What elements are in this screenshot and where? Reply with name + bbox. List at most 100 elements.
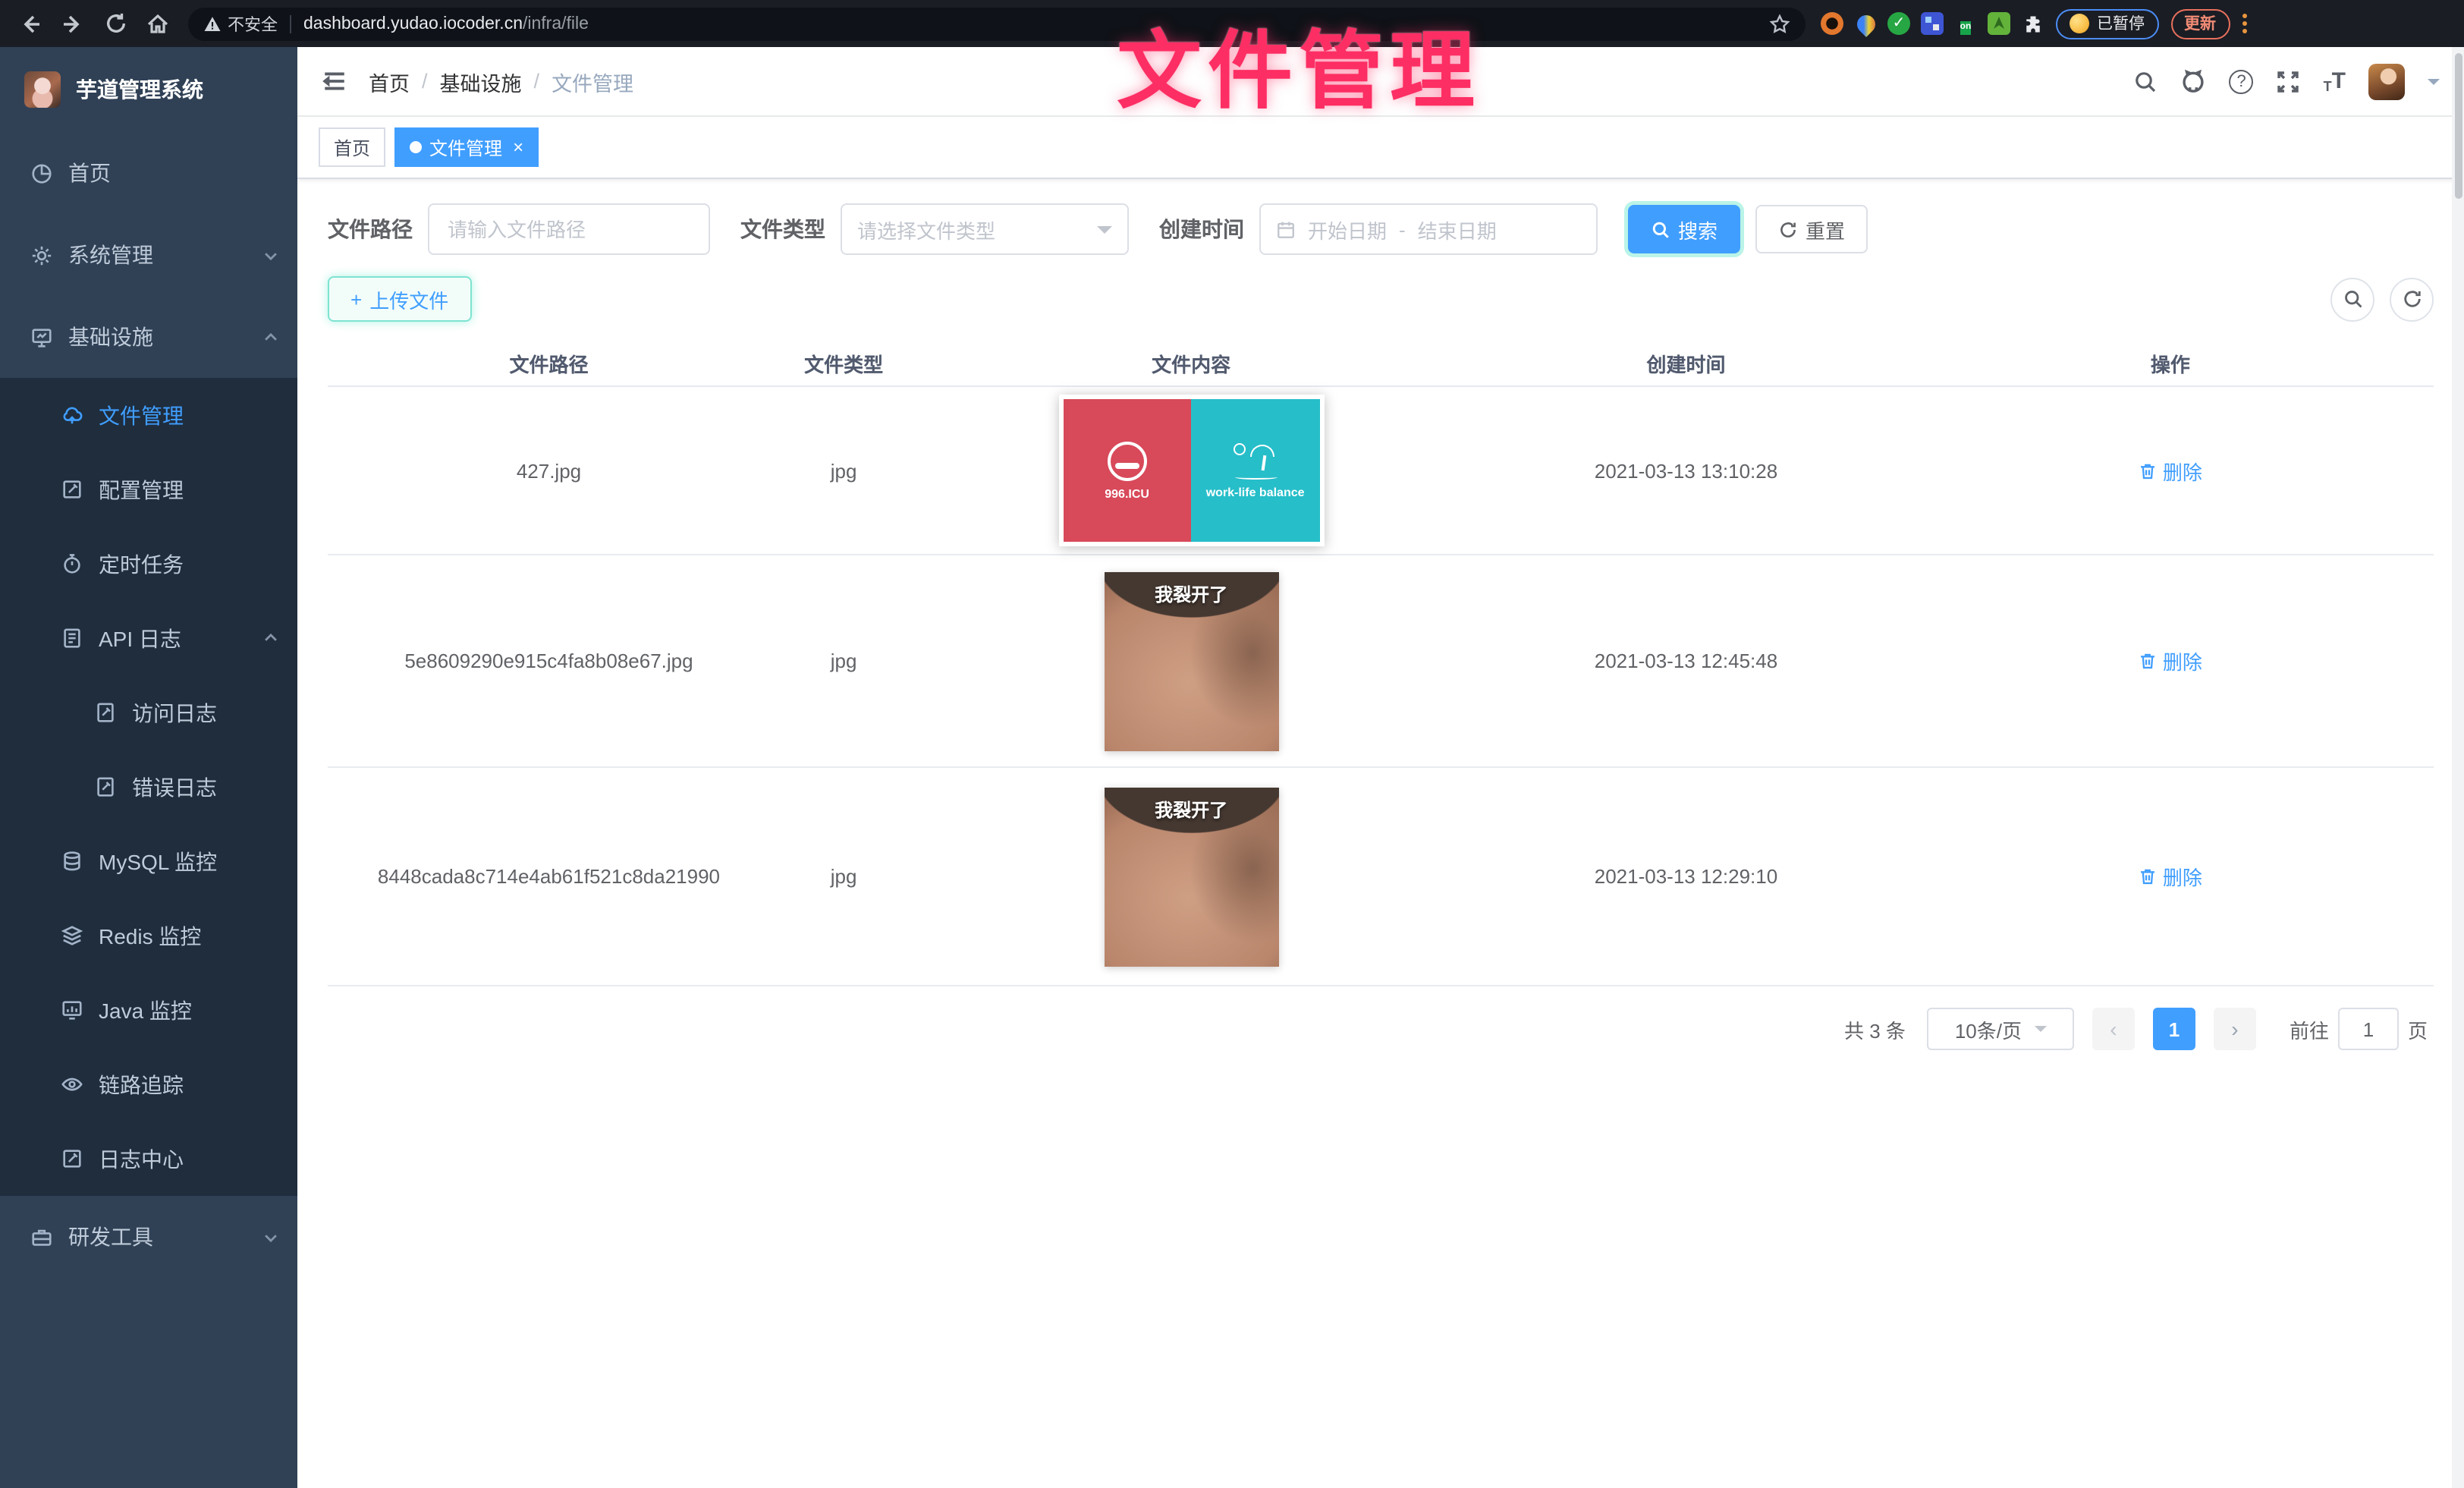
tag-file-management[interactable]: 文件管理 × [394, 127, 539, 167]
breadcrumb-home[interactable]: 首页 [369, 66, 410, 96]
sidebar-item-access-log[interactable]: 访问日志 [0, 675, 297, 750]
created-cell: 2021-03-13 12:29:10 [1465, 865, 1907, 888]
tag-home[interactable]: 首页 [319, 127, 385, 167]
total-count: 共 3 条 [1844, 1015, 1906, 1043]
table-row: 8448cada8c714e4ab61f521c8da21990 jpg 我裂开… [328, 768, 2434, 986]
hamburger-icon[interactable] [322, 68, 347, 94]
table-toolbar: + 上传文件 [328, 276, 2434, 322]
chrome-menu-icon[interactable] [2242, 14, 2246, 33]
extension-grid-icon[interactable] [1921, 12, 1944, 35]
screen: 不安全 dashboard.yudao.iocoder.cn/infra/fil… [0, 0, 2464, 1488]
file-preview-image[interactable]: 996.ICU work-life balance [1058, 395, 1324, 546]
forward-icon[interactable] [52, 5, 94, 42]
infra-submenu: 文件管理 配置管理 定时任务 API 日志 [0, 378, 297, 1196]
sidebar-item-system[interactable]: 系统管理 [0, 214, 297, 296]
app-logo-row[interactable]: 芋道管理系统 [0, 47, 297, 132]
file-preview-image[interactable]: 我裂开了 [1104, 787, 1278, 966]
active-dot [410, 141, 422, 153]
profile-avatar [2070, 14, 2089, 33]
breadcrumb: 首页 / 基础设施 / 文件管理 [369, 66, 633, 96]
page-size-select[interactable]: 10条/页 [1927, 1008, 2074, 1050]
avatar-caret-icon[interactable] [2428, 78, 2440, 90]
reload-icon[interactable] [94, 5, 137, 42]
home-icon[interactable] [137, 5, 179, 42]
database-icon [61, 850, 83, 873]
prev-page-button[interactable]: ‹ [2092, 1008, 2135, 1050]
col-actions: 操作 [1907, 348, 2434, 377]
delete-button[interactable]: 删除 [2139, 456, 2202, 485]
github-icon[interactable] [2181, 68, 2207, 94]
profile-paused-chip[interactable]: 已暂停 [2056, 8, 2158, 39]
sidebar-item-mysql-monitor[interactable]: MySQL 监控 [0, 824, 297, 898]
sidebar-item-file-management[interactable]: 文件管理 [0, 378, 297, 452]
sidebar-item-config[interactable]: 配置管理 [0, 452, 297, 527]
security-warning[interactable]: 不安全 [203, 11, 278, 36]
breadcrumb-current: 文件管理 [552, 66, 633, 96]
address-bar[interactable]: 不安全 dashboard.yudao.iocoder.cn/infra/fil… [188, 7, 1806, 40]
goto-page-input[interactable] [2338, 1008, 2399, 1050]
end-date-placeholder: 结束日期 [1418, 215, 1497, 244]
app-title: 芋道管理系统 [76, 74, 203, 105]
delete-button[interactable]: 删除 [2139, 862, 2202, 891]
file-preview-image[interactable]: 我裂开了 [1104, 571, 1278, 750]
sidebar-menu: 首页 系统管理 基础设施 文件管理 [0, 132, 297, 1278]
main-area: 首页 / 基础设施 / 文件管理 ? TT 首页 [297, 47, 2464, 1488]
sidebar-item-log-center[interactable]: 日志中心 [0, 1122, 297, 1196]
extensions-puzzle-icon[interactable] [2021, 12, 2044, 35]
file-path-input[interactable] [428, 203, 710, 255]
sidebar-item-dev-tools[interactable]: 研发工具 [0, 1196, 297, 1278]
file-type-cell: jpg [770, 865, 917, 888]
file-type-label: 文件类型 [740, 214, 825, 244]
beach-umbrella-icon [1233, 442, 1278, 479]
file-type-select[interactable]: 请选择文件类型 [841, 203, 1129, 255]
font-size-icon[interactable]: TT [2324, 68, 2346, 94]
sidebar-item-api-log[interactable]: API 日志 [0, 601, 297, 675]
reset-button[interactable]: 重置 [1755, 205, 1868, 253]
sidebar-item-redis-monitor[interactable]: Redis 监控 [0, 898, 297, 973]
extension-check-icon[interactable]: ✓ [1887, 12, 1910, 35]
extension-leaf-icon[interactable] [1988, 12, 2010, 35]
sidebar-item-tracing[interactable]: 链路追踪 [0, 1047, 297, 1122]
help-icon[interactable]: ? [2230, 69, 2254, 93]
table-row: 427.jpg jpg 996.ICU work-life balan [328, 387, 2434, 555]
search-button[interactable]: 搜索 [1628, 205, 1740, 253]
sidebar-item-error-log[interactable]: 错误日志 [0, 750, 297, 824]
show-search-button[interactable] [2330, 277, 2374, 321]
bed-icon [1108, 441, 1147, 480]
extension-pin-icon[interactable] [1854, 12, 1877, 35]
chevron-down-icon [1097, 225, 1112, 241]
app-window: 芋道管理系统 首页 系统管理 基础设施 [0, 47, 2464, 1488]
date-range-picker[interactable]: 开始日期 - 结束日期 [1259, 203, 1598, 255]
next-page-button[interactable]: › [2214, 1008, 2256, 1050]
close-icon[interactable]: × [513, 137, 523, 158]
top-navbar: 首页 / 基础设施 / 文件管理 ? TT [297, 47, 2464, 117]
sidebar-item-scheduled-jobs[interactable]: 定时任务 [0, 527, 297, 601]
trash-icon [2139, 651, 2158, 671]
trash-icon [2139, 867, 2158, 886]
breadcrumb-infra[interactable]: 基础设施 [440, 66, 522, 96]
update-button[interactable]: 更新 [2170, 8, 2230, 39]
extension-orange-icon[interactable] [1821, 12, 1843, 35]
page-1-button[interactable]: 1 [2153, 1008, 2195, 1050]
search-icon [2342, 288, 2363, 310]
back-icon[interactable] [9, 5, 52, 42]
search-icon[interactable] [2134, 69, 2158, 93]
sidebar-item-infra[interactable]: 基础设施 [0, 296, 297, 378]
bookmark-star-icon[interactable] [1769, 13, 1790, 34]
start-date-placeholder: 开始日期 [1308, 215, 1387, 244]
user-avatar[interactable] [2368, 63, 2405, 99]
calendar-icon [1276, 219, 1296, 239]
scrollbar-thumb[interactable] [2454, 53, 2462, 199]
sidebar-item-home[interactable]: 首页 [0, 132, 297, 214]
refresh-table-button[interactable] [2390, 277, 2434, 321]
window-scrollbar[interactable] [2452, 47, 2464, 1488]
upload-file-button[interactable]: + 上传文件 [328, 276, 471, 322]
col-file-type: 文件类型 [770, 348, 917, 377]
fullscreen-icon[interactable] [2277, 69, 2301, 93]
extension-switch-on-icon[interactable]: on [1954, 12, 1977, 35]
actions-cell: 删除 [1907, 456, 2434, 485]
sidebar-item-java-monitor[interactable]: Java 监控 [0, 973, 297, 1047]
file-content-cell: 996.ICU work-life balance [917, 395, 1465, 546]
file-content-cell: 我裂开了 [917, 571, 1465, 750]
delete-button[interactable]: 删除 [2139, 646, 2202, 675]
